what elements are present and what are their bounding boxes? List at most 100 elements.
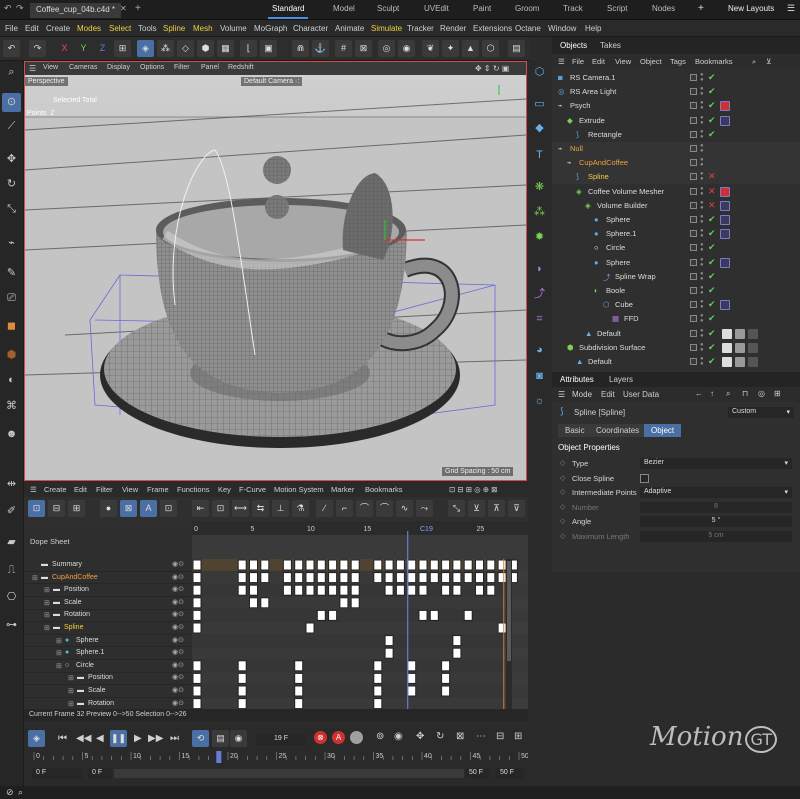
key-lock-icon[interactable]: ⊻	[468, 500, 485, 517]
enabled-check-icon[interactable]: ✔	[708, 228, 716, 239]
record-icon[interactable]: ⊗	[314, 731, 327, 744]
timeline-menu-create[interactable]: Create	[44, 485, 67, 494]
sound-icon[interactable]: ◉	[230, 730, 247, 747]
visibility-dots[interactable]: ● ●	[700, 214, 704, 225]
sculpt-icon[interactable]: ◼	[2, 317, 21, 336]
menu-volume[interactable]: Volume	[220, 24, 247, 33]
tab-attributes[interactable]: Attributes	[560, 375, 594, 384]
key-break-icon[interactable]: ⤡	[448, 500, 465, 517]
timeline-menu-fcurve[interactable]: F-Curve	[239, 485, 266, 494]
expand-toggle-icon[interactable]: ⊞	[44, 611, 50, 619]
object-row[interactable]: ⬡ Cube ● ● ✔	[552, 298, 800, 312]
visibility-dots[interactable]: ● ●	[700, 200, 704, 211]
layout-tab-nodes[interactable]: Nodes	[652, 4, 675, 13]
points-mode-icon[interactable]: ⁂	[157, 40, 174, 57]
layer-checkbox[interactable]	[690, 201, 697, 209]
object-row[interactable]: ◈ Volume Builder ● ● ✕	[552, 199, 800, 213]
material-tag-icon[interactable]	[735, 328, 745, 339]
timeline-menu-frame[interactable]: Frame	[147, 485, 169, 494]
knife-icon[interactable]: ⌁	[2, 234, 21, 253]
objects-filter-icon[interactable]: ⊻	[766, 57, 772, 66]
enabled-check-icon[interactable]: ✔	[708, 86, 716, 97]
interp-spline-icon[interactable]: ∿	[396, 500, 413, 517]
viewport-menu-filter[interactable]: Filter	[174, 64, 190, 71]
material-tag-icon[interactable]	[735, 342, 745, 353]
timeline-menu-motion-system[interactable]: Motion System	[274, 485, 324, 494]
objects-menu-edit[interactable]: Edit	[592, 57, 605, 66]
key-pla-icon[interactable]: ⊟	[496, 731, 504, 742]
expand-toggle-icon[interactable]: ⊞	[44, 586, 50, 594]
layout-tab-model[interactable]: Model	[333, 4, 355, 13]
search-icon[interactable]: ⌕	[726, 389, 730, 399]
layout-tab-groom[interactable]: Groom	[515, 4, 539, 13]
weight-icon[interactable]: ⬢	[2, 346, 21, 365]
expand-toggle-icon[interactable]: ⊞	[68, 700, 74, 708]
spline-wrap-icon[interactable]: ⤴	[530, 285, 549, 304]
track-row[interactable]: ⊞ ▬ Scale ◉⊙	[24, 685, 192, 698]
key-rotation-icon[interactable]: ↻	[436, 731, 444, 742]
cube-primitive-icon[interactable]: ⬡	[530, 63, 549, 82]
track-row[interactable]: ⊞ ▬ Rotation ◉⊙	[24, 609, 192, 623]
menu-mograph[interactable]: MoGraph	[254, 24, 287, 33]
show-tracks-icon[interactable]: ⊠	[120, 500, 137, 517]
objects-menu-file[interactable]: File	[572, 57, 584, 66]
object-row[interactable]: ▲ Default ● ● ✔	[552, 355, 800, 369]
octane-icon[interactable]: ❦	[422, 40, 439, 57]
keyframe-diamond-icon[interactable]: ◇	[560, 459, 565, 467]
axis-z-button[interactable]: Z	[94, 40, 111, 57]
new-document-icon[interactable]: +	[135, 3, 141, 14]
viewport-menu-options[interactable]: Options	[140, 64, 164, 71]
menu-animate[interactable]: Animate	[335, 24, 364, 33]
visibility-dots[interactable]: ● ●	[700, 100, 704, 111]
next-frame-icon[interactable]: ▶	[134, 733, 142, 744]
tag-icon[interactable]	[720, 186, 730, 197]
timeline-menu-key[interactable]: Key	[218, 485, 231, 494]
preview-min-field[interactable]: 0 F	[88, 768, 112, 779]
clapper-icon[interactable]: ▤	[508, 40, 525, 57]
expand-toggle-icon[interactable]: ⊞	[68, 674, 74, 682]
preview-range-slider[interactable]	[114, 769, 464, 778]
enabled-check-icon[interactable]: ✔	[708, 257, 716, 268]
track-visibility-icon[interactable]: ◉⊙	[172, 573, 184, 581]
new-layouts-button[interactable]: New Layouts	[728, 4, 774, 13]
visibility-dots[interactable]: ● ●	[700, 228, 704, 239]
menu-edit[interactable]: Edit	[25, 24, 39, 33]
object-row[interactable]: ⌁ Null ● ●	[552, 142, 800, 156]
enabled-check-icon[interactable]: ✔	[708, 72, 716, 83]
tag-icon[interactable]	[720, 257, 730, 268]
visibility-dots[interactable]: ● ●	[700, 313, 704, 324]
expand-toggle-icon[interactable]: ⊞	[44, 599, 50, 607]
snap-icon[interactable]: ⌊	[240, 40, 257, 57]
material-tag-icon[interactable]	[722, 328, 732, 339]
expand-icon[interactable]: ⊞	[774, 389, 781, 398]
keyframe-add-icon[interactable]: ⊚	[376, 731, 384, 742]
menu-modes[interactable]: Modes	[77, 24, 101, 33]
visibility-dots[interactable]: ● ●	[700, 271, 704, 282]
attributes-menu-icon[interactable]: ☰	[558, 390, 565, 399]
light-object-icon[interactable]: ☼	[530, 392, 549, 411]
layout-tab-script[interactable]: Script	[607, 4, 627, 13]
scale-icon[interactable]: ⤡	[2, 200, 21, 219]
lock-icon[interactable]: ⊓	[742, 389, 748, 398]
cloth-icon[interactable]: ◐	[2, 371, 21, 390]
visibility-dots[interactable]: ● ●	[700, 328, 704, 339]
layer-checkbox[interactable]	[690, 244, 697, 252]
enabled-check-icon[interactable]: ✔	[708, 100, 716, 111]
expand-toggle-icon[interactable]: ⊞	[56, 637, 62, 645]
text-tool-icon[interactable]: T	[530, 146, 549, 165]
enabled-check-icon[interactable]: ✔	[708, 242, 716, 253]
paint-icon[interactable]: ✐	[2, 502, 21, 521]
interp-ease-out-icon[interactable]: ⌒	[376, 500, 393, 517]
attributes-menu-edit[interactable]: Edit	[601, 390, 615, 399]
timeline-menu-filter[interactable]: Filter	[96, 485, 113, 494]
enabled-check-icon[interactable]: ✔	[708, 129, 716, 140]
redo-icon[interactable]: ↷	[29, 40, 46, 57]
subtab-coordinates[interactable]: Coordinates	[589, 424, 647, 437]
dope-sheet-mode-icon[interactable]: ⊡	[28, 500, 45, 517]
visibility-dots[interactable]: ● ●	[700, 86, 704, 97]
track-row[interactable]: ▬ Summary ◉⊙	[24, 559, 192, 572]
measure-icon[interactable]: ⊶	[2, 616, 21, 635]
go-end-icon[interactable]: ⏭	[170, 733, 179, 744]
keyframe-diamond-icon[interactable]: ◇	[560, 503, 565, 511]
volume-icon[interactable]: ⌗	[530, 310, 549, 329]
